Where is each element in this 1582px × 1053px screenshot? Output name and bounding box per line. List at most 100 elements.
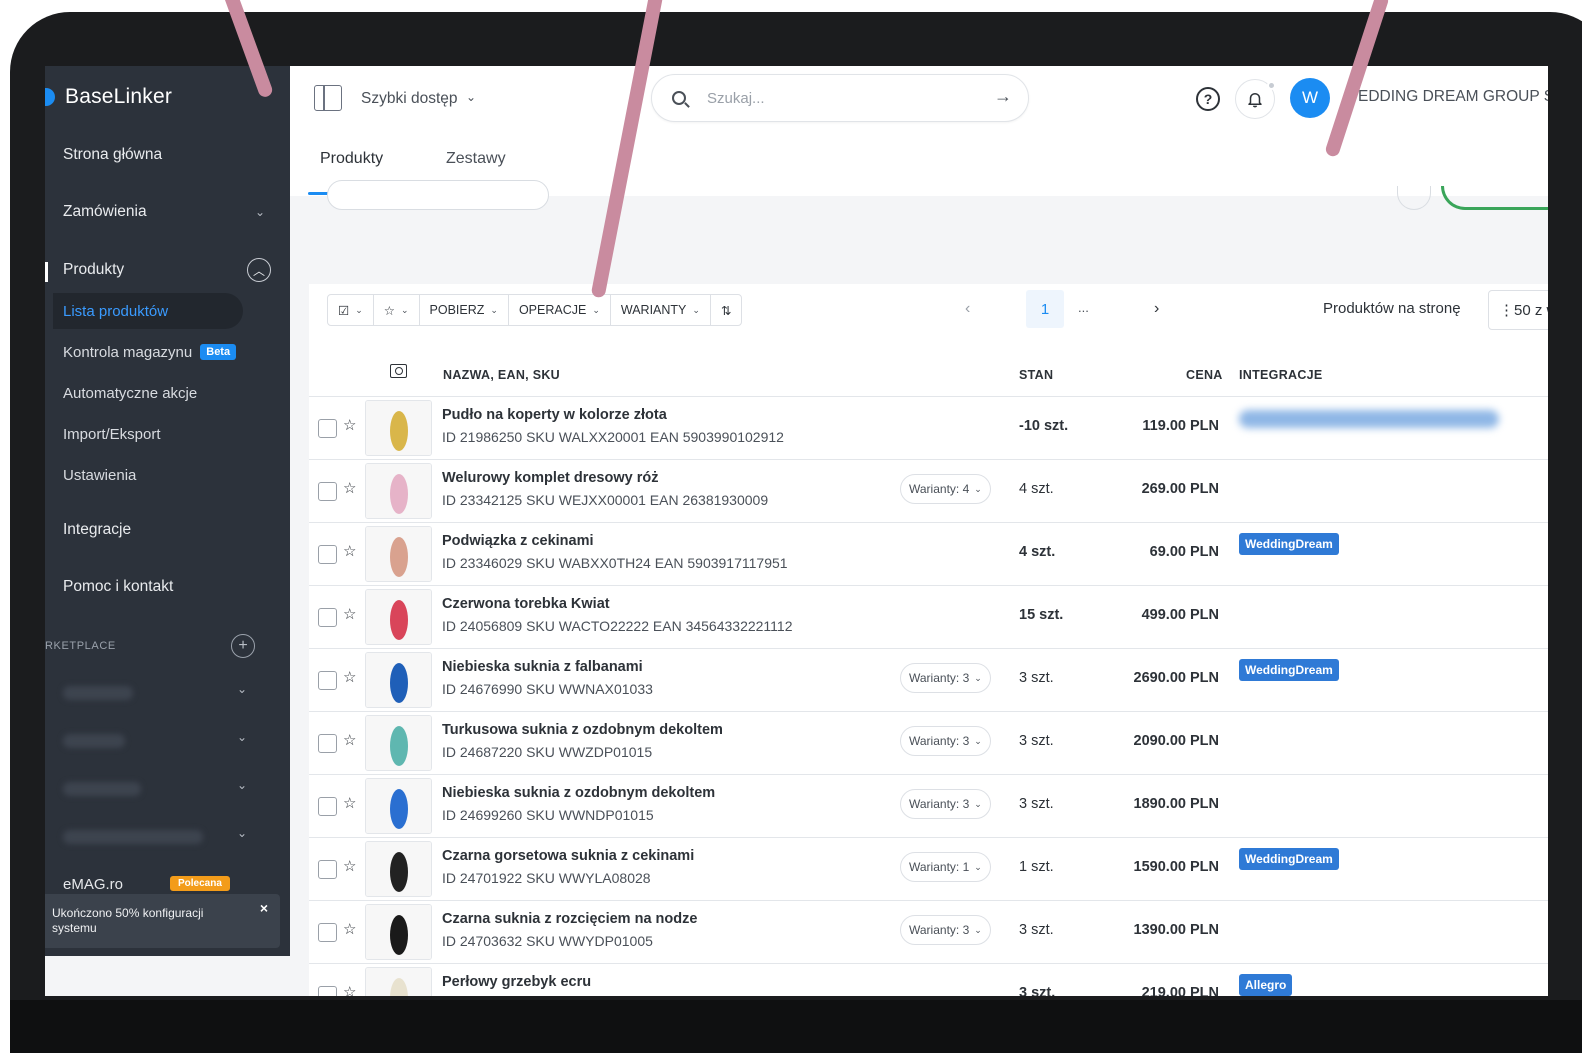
account-name[interactable]: EDDING DREAM GROUP S [1358, 88, 1548, 106]
brand-logo[interactable]: BaseLinker [45, 84, 172, 110]
product-thumbnail[interactable] [365, 715, 432, 771]
row-checkbox[interactable] [318, 923, 337, 942]
sidebar-item-orders[interactable]: Zamówienia ⌄ [63, 197, 275, 227]
product-name[interactable]: Czarna gorsetowa suknia z cekinami [442, 848, 694, 864]
table-row[interactable]: ☆ Welurowy komplet dresowy róż ID 23342125… [309, 460, 1548, 523]
sidebar-subitem-settings[interactable]: Ustawienia [63, 457, 243, 493]
table-row[interactable]: ☆ Perłowy grzebyk ecru 3 szt. 219.00 PLN All… [309, 964, 1548, 996]
variants-toggle[interactable]: Warianty: 3 ⌄ [900, 789, 991, 819]
variants-toggle[interactable]: Warianty: 4 ⌄ [900, 474, 991, 504]
table-row[interactable]: ☆ Niebieska suknia z ozdobnym dekoltem ID … [309, 775, 1548, 838]
variants-dropdown[interactable]: WARIANTY ⌄ [611, 295, 711, 325]
favorites-dropdown[interactable]: ☆ ⌄ [374, 295, 420, 325]
avatar[interactable]: W [1290, 78, 1330, 118]
product-thumbnail[interactable] [365, 400, 432, 456]
sidebar-subitem-import-export[interactable]: Import/Eksport [63, 416, 243, 452]
blurred-marketplace-item[interactable] [63, 782, 141, 796]
download-dropdown[interactable]: POBIERZ ⌄ [420, 295, 509, 325]
product-thumbnail[interactable] [365, 904, 432, 960]
select-dropdown[interactable]: ☑ ⌄ [328, 295, 374, 325]
sidebar-subitem-auto-actions[interactable]: Automatyczne akcje [63, 375, 243, 411]
row-checkbox[interactable] [318, 860, 337, 879]
product-thumbnail[interactable] [365, 589, 432, 645]
table-row[interactable]: ☆ Czarna gorsetowa suknia z cekinami ID 24… [309, 838, 1548, 901]
product-name[interactable]: Welurowy komplet dresowy róż [442, 470, 658, 486]
operations-dropdown[interactable]: OPERACJE ⌄ [509, 295, 611, 325]
sidebar-item-integrations[interactable]: Integracje [63, 515, 275, 545]
collapse-icon[interactable]: ︿ [247, 258, 271, 282]
product-thumbnail[interactable] [365, 841, 432, 897]
star-icon[interactable]: ☆ [343, 542, 356, 560]
sidebar-item-products[interactable]: Produkty ︿ [63, 255, 275, 285]
product-thumbnail[interactable] [365, 967, 432, 996]
row-checkbox[interactable] [318, 986, 337, 996]
toggle-sidebar-icon[interactable] [314, 85, 342, 111]
row-checkbox[interactable] [318, 734, 337, 753]
variants-toggle[interactable]: Warianty: 3 ⌄ [900, 663, 991, 693]
product-name[interactable]: Turkusowa suknia z ozdobnym dekoltem [442, 722, 723, 738]
add-marketplace-icon[interactable]: + [231, 634, 255, 658]
column-header-stock[interactable]: STAN [1019, 368, 1053, 382]
arrow-right-icon[interactable]: → [994, 86, 1012, 107]
quick-access-dropdown[interactable]: Szybki dostęp [361, 90, 458, 108]
table-row[interactable]: ☆ Czarna suknia z rozcięciem na nodze ID 2… [309, 901, 1548, 964]
page-ellipsis[interactable]: ... [1078, 300, 1089, 315]
star-icon[interactable]: ☆ [343, 857, 356, 875]
blurred-marketplace-item[interactable] [63, 830, 203, 844]
product-thumbnail[interactable] [365, 778, 432, 834]
product-thumbnail[interactable] [365, 526, 432, 582]
sort-button[interactable]: ⇅ [711, 295, 741, 325]
sidebar-subitem-product-list[interactable]: Lista produktów [53, 293, 243, 329]
row-checkbox[interactable] [318, 797, 337, 816]
product-thumbnail[interactable] [365, 463, 432, 519]
star-icon[interactable]: ☆ [343, 416, 356, 434]
star-icon[interactable]: ☆ [343, 983, 356, 996]
close-icon[interactable]: × [260, 900, 268, 916]
product-name[interactable]: Pudło na koperty w kolorze złota [442, 407, 667, 423]
row-checkbox[interactable] [318, 545, 337, 564]
per-page-select[interactable]: ⋮50 z w [1488, 290, 1548, 330]
star-icon[interactable]: ☆ [343, 920, 356, 938]
row-checkbox[interactable] [318, 671, 337, 690]
variants-toggle[interactable]: Warianty: 1 ⌄ [900, 852, 991, 882]
sidebar-item-home[interactable]: Strona główna [63, 140, 275, 170]
blurred-marketplace-item[interactable] [63, 686, 133, 700]
star-icon[interactable]: ☆ [343, 731, 356, 749]
star-icon[interactable]: ☆ [343, 605, 356, 623]
add-product-button[interactable] [1441, 186, 1548, 210]
filter-pill[interactable] [327, 180, 549, 210]
row-checkbox[interactable] [318, 482, 337, 501]
product-name[interactable]: Czerwona torebka Kwiat [442, 596, 610, 612]
help-icon[interactable]: ? [1196, 87, 1220, 111]
filter-round-button[interactable] [1397, 186, 1431, 210]
product-name[interactable]: Podwiązka z cekinami [442, 533, 594, 549]
table-row[interactable]: ☆ Pudło na koperty w kolorze złota ID 2198… [309, 397, 1548, 460]
table-row[interactable]: ☆ Niebieska suknia z falbanami ID 24676990… [309, 649, 1548, 712]
product-thumbnail[interactable] [365, 652, 432, 708]
search-input[interactable] [707, 87, 967, 109]
sidebar-item-emag[interactable]: eMAG.ro Polecana [45, 872, 290, 894]
column-header-price[interactable]: CENA [1186, 368, 1223, 382]
prev-page-icon[interactable]: ‹ [965, 300, 970, 318]
current-page[interactable]: 1 [1026, 290, 1064, 328]
variants-toggle[interactable]: Warianty: 3 ⌄ [900, 915, 991, 945]
product-name[interactable]: Perłowy grzebyk ecru [442, 974, 591, 990]
star-icon[interactable]: ☆ [343, 668, 356, 686]
tab-products[interactable]: Produkty [320, 150, 383, 168]
column-header-name[interactable]: NAZWA, EAN, SKU [443, 368, 560, 382]
row-checkbox[interactable] [318, 608, 337, 627]
table-row[interactable]: ☆ Turkusowa suknia z ozdobnym dekoltem ID … [309, 712, 1548, 775]
star-icon[interactable]: ☆ [343, 479, 356, 497]
sidebar-subitem-stock-control[interactable]: Kontrola magazynu Beta [63, 334, 243, 370]
sidebar-item-help[interactable]: Pomoc i kontakt [63, 572, 275, 602]
product-name[interactable]: Niebieska suknia z ozdobnym dekoltem [442, 785, 715, 801]
table-row[interactable]: ☆ Czerwona torebka Kwiat ID 24056809 SKU W… [309, 586, 1548, 649]
blurred-marketplace-item[interactable] [63, 734, 125, 748]
star-icon[interactable]: ☆ [343, 794, 356, 812]
next-page-icon[interactable]: › [1154, 300, 1159, 318]
product-name[interactable]: Niebieska suknia z falbanami [442, 659, 643, 675]
variants-toggle[interactable]: Warianty: 3 ⌄ [900, 726, 991, 756]
table-row[interactable]: ☆ Podwiązka z cekinami ID 23346029 SKU WAB… [309, 523, 1548, 586]
tab-sets[interactable]: Zestawy [446, 150, 506, 168]
row-checkbox[interactable] [318, 419, 337, 438]
